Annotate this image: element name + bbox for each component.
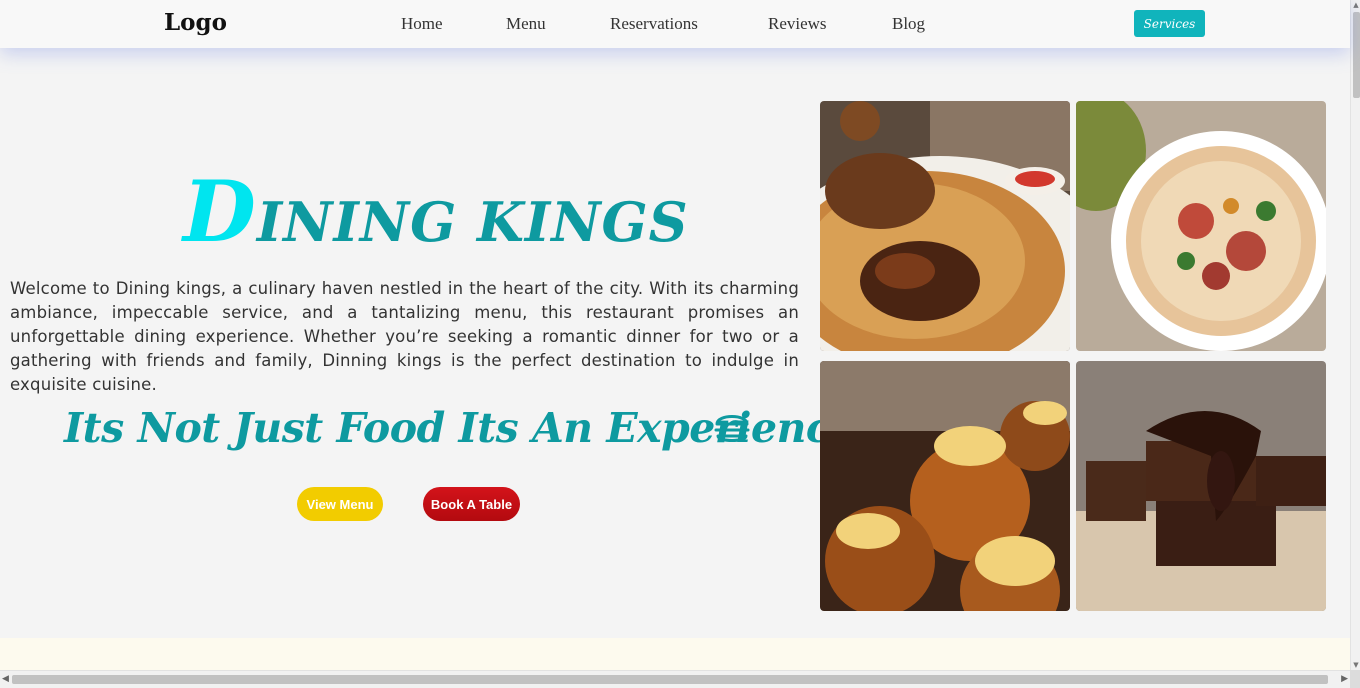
vertical-scrollbar[interactable]: ▲ ▼ (1350, 0, 1360, 670)
scroll-up-icon[interactable]: ▲ (1352, 0, 1360, 10)
book-table-button[interactable]: Book A Table (423, 487, 520, 521)
burger-icon (714, 415, 750, 442)
horizontal-scroll-thumb[interactable] (12, 675, 1328, 684)
scroll-right-icon[interactable]: ▶ (1341, 674, 1348, 684)
scroll-left-icon[interactable]: ◀ (2, 674, 9, 684)
hero-title-rest: INING KINGS (256, 190, 689, 254)
view-menu-button[interactable]: View Menu (297, 487, 383, 521)
nav-blog[interactable]: Blog (892, 14, 925, 34)
nav-home[interactable]: Home (401, 14, 443, 34)
food-image-glazed-buns (820, 361, 1070, 611)
logo[interactable]: Logo (164, 9, 227, 36)
hero-title-initial: D (183, 162, 257, 261)
horizontal-scrollbar[interactable]: ◀ ▶ (0, 670, 1350, 688)
food-image-noodle-soup (1076, 101, 1326, 351)
vertical-scroll-thumb[interactable] (1353, 12, 1360, 98)
food-image-biryani (820, 101, 1070, 351)
scroll-down-icon[interactable]: ▼ (1352, 660, 1360, 670)
navbar: Logo Home Menu Reservations Reviews Blog… (0, 0, 1350, 48)
services-button[interactable]: Services (1134, 10, 1205, 37)
nav-reviews[interactable]: Reviews (768, 14, 827, 34)
hero-title: DINING KINGS (183, 162, 689, 261)
nav-reservations[interactable]: Reservations (610, 14, 698, 34)
scrollbar-corner (1350, 670, 1360, 688)
food-image-brownies (1076, 361, 1326, 611)
tagline: Its Not Just Food Its An Experience! (64, 404, 874, 452)
intro-paragraph: Welcome to Dining kings, a culinary have… (10, 279, 799, 394)
nav-menu[interactable]: Menu (506, 14, 546, 34)
next-section (0, 638, 1350, 670)
